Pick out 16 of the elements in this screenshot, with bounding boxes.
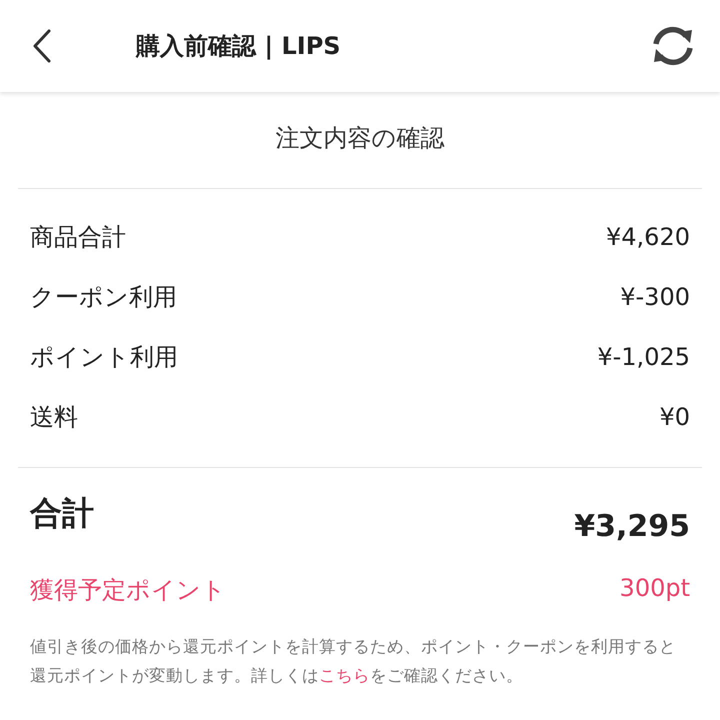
line-value: ¥-1,025: [597, 343, 690, 371]
total-label: 合計: [30, 493, 94, 534]
line-label: 送料: [30, 402, 78, 433]
line-label: クーポン利用: [30, 282, 177, 313]
points-value: 300pt: [620, 574, 690, 604]
note-text: 値引き後の価格から還元ポイントを計算するため、ポイント・クーポンを利用すると還元ポイントが変動します。詳しくは こちら をご確認ください。: [30, 636, 677, 687]
line-label: ポイント利用: [30, 342, 178, 373]
section-title: 注文内容の確認: [274, 123, 446, 154]
total-value: ¥3,295: [574, 509, 690, 544]
line-value: ¥-300: [620, 283, 690, 311]
points-label: 獲得予定ポイント: [30, 575, 226, 606]
details-link[interactable]: こちら: [319, 666, 370, 685]
line-value: ¥4,620: [606, 223, 690, 251]
page-title: 購入前確認 | LIPS: [136, 31, 342, 62]
line-label: 商品合計: [30, 222, 126, 253]
line-value: ¥0: [659, 403, 690, 431]
